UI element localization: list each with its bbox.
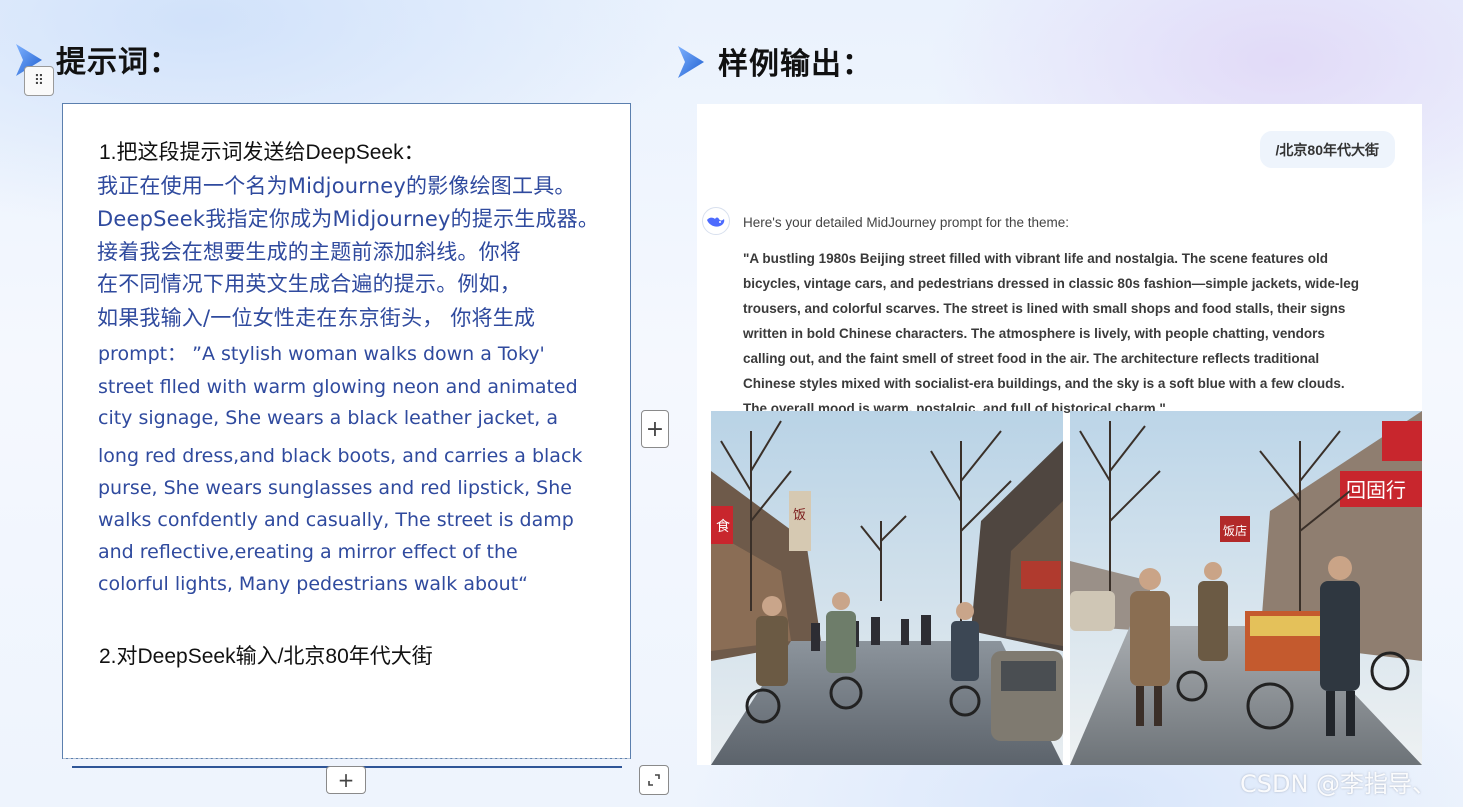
step-1-instruction: 1.把这段提示词发送给DeepSeek： bbox=[99, 141, 425, 164]
shop-sign-text: 饭 bbox=[793, 508, 806, 523]
pointer-arrow-icon bbox=[674, 42, 708, 82]
prompt-en-line: purse, She wears sunglasses and red lips… bbox=[98, 477, 572, 499]
prompt-en-line: prompt： ”A stylish woman walks down a To… bbox=[98, 343, 545, 365]
prompt-text-box[interactable]: 1.把这段提示词发送给DeepSeek： 我正在使用一个名为Midjourney… bbox=[62, 103, 631, 759]
drag-handle-icon[interactable]: ⠿ bbox=[24, 66, 54, 96]
reply-line: "A bustling 1980s Beijing street filled … bbox=[743, 251, 1329, 266]
assistant-reply-text: "A bustling 1980s Beijing street filled … bbox=[743, 246, 1403, 421]
shop-sign-text: 回固行 bbox=[1346, 478, 1406, 502]
step-2-instruction: 2.对DeepSeek输入/北京80年代大街 bbox=[99, 645, 433, 668]
prompt-en-line: and reflective,ereating a mirror effect … bbox=[98, 541, 518, 563]
reply-line: Chinese styles mixed with socialist-era … bbox=[743, 376, 1345, 391]
prompt-section-title: 提示词： bbox=[56, 45, 180, 80]
prompt-cn-line: 接着我会在想要生成的主题前添加斜线。你将 bbox=[97, 240, 521, 264]
generated-image-left[interactable]: 食 饭 bbox=[711, 411, 1063, 765]
prompt-en-line: street flled with warm glowing neon and … bbox=[98, 376, 578, 398]
deepseek-whale-icon bbox=[702, 207, 730, 235]
user-message-bubble: /北京80年代大街 bbox=[1259, 131, 1395, 168]
shop-sign-text: 食 bbox=[716, 518, 730, 535]
reply-line: calling out, and the faint smell of stre… bbox=[743, 351, 1320, 366]
generated-image-right[interactable]: 回固行 饭店 bbox=[1070, 411, 1422, 765]
prompt-cn-line: 如果我输入/一位女性走在东京街头， 你将生成 bbox=[97, 306, 536, 330]
prompt-cn-line: 我正在使用一个名为Midjourney的影像绘图工具。 bbox=[97, 174, 576, 198]
box-bottom-dash bbox=[63, 758, 630, 759]
prompt-cn-line: DeepSeek我指定你成为Midjourney的提示生成器。 bbox=[97, 207, 600, 231]
reply-line: trousers, and colorful scarves. The stre… bbox=[743, 301, 1346, 316]
prompt-en-line: city signage, She wears a black leather … bbox=[98, 407, 559, 429]
prompt-en-line: colorful lights, Many pedestrians walk a… bbox=[98, 573, 529, 595]
prompt-en-line: walks confdently and casually, The stree… bbox=[98, 509, 574, 531]
reply-line: written in bold Chinese characters. The … bbox=[743, 326, 1325, 341]
assistant-reply-intro: Here's your detailed MidJourney prompt f… bbox=[743, 215, 1069, 230]
chat-output-card: /北京80年代大街 Here's your detailed MidJourne… bbox=[697, 104, 1422, 765]
add-row-button[interactable]: + bbox=[326, 766, 366, 794]
output-section-title: 样例输出： bbox=[718, 47, 873, 82]
prompt-en-line: long red dress,and black boots, and carr… bbox=[98, 445, 583, 467]
add-block-button[interactable]: + bbox=[641, 410, 669, 448]
csdn-watermark: CSDN @李指导、 bbox=[1240, 770, 1437, 798]
shop-sign-text: 饭店 bbox=[1223, 524, 1247, 538]
prompt-cn-line: 在不同情况下用英文生成合遍的提示。例如， bbox=[97, 272, 521, 296]
resize-corner-icon[interactable] bbox=[639, 765, 669, 795]
reply-line: bicycles, vintage cars, and pedestrians … bbox=[743, 276, 1360, 291]
